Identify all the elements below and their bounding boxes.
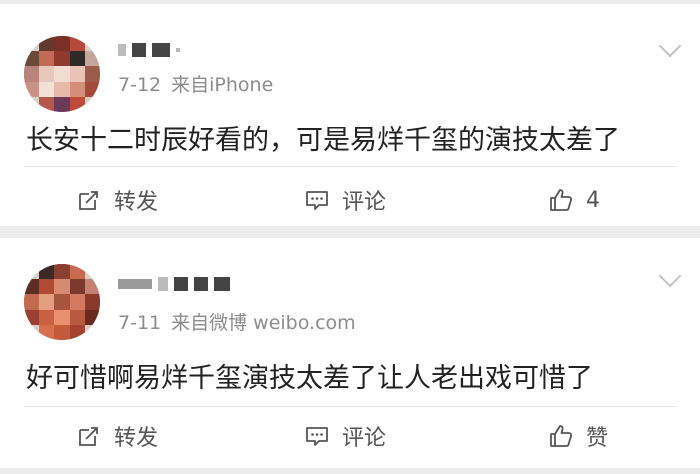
comment-icon <box>306 427 328 446</box>
comment-meta: 7-12 来自iPhone <box>118 70 283 97</box>
repost-icon <box>79 191 98 210</box>
repost-button[interactable]: 转发 <box>76 416 158 456</box>
like-icon <box>550 189 573 211</box>
chevron-down-icon[interactable] <box>658 264 682 288</box>
comment-time: 7-12 <box>118 74 162 96</box>
username-redacted[interactable] <box>118 274 230 294</box>
like-label: 赞 <box>586 426 609 451</box>
comment-card: 7-12 来自iPhone 长安十二时辰好看的，可是易烊千玺的演技太差了 转发 评… <box>0 4 700 226</box>
comment-label: 评论 <box>342 190 387 215</box>
comment-card: 7-11 来自微博 weibo.com 好可惜啊易烊千玺演技太差了让人老出戏可惜了… <box>0 238 700 468</box>
repost-label: 转发 <box>114 190 159 215</box>
avatar[interactable] <box>24 264 100 340</box>
comment-text: 好可惜啊易烊千玺演技太差了让人老出戏可惜了 <box>26 363 593 394</box>
comment-button[interactable]: 评论 <box>304 416 386 456</box>
comment-source: 来自iPhone <box>171 74 274 96</box>
like-button[interactable]: 赞 <box>548 416 608 456</box>
action-bar: 转发 评论 4 <box>0 180 700 220</box>
comment-source: 来自微博 weibo.com <box>171 312 356 334</box>
repost-button[interactable]: 转发 <box>76 180 158 220</box>
comment-label: 评论 <box>342 426 387 451</box>
comment-text: 长安十二时辰好看的，可是易烊千玺的演技太差了 <box>26 125 620 156</box>
username-redacted[interactable] <box>118 40 180 60</box>
avatar[interactable] <box>24 36 100 112</box>
comment-time: 7-11 <box>118 312 162 334</box>
action-bar: 转发 评论 赞 <box>0 416 700 456</box>
like-icon <box>550 425 573 447</box>
chevron-down-icon[interactable] <box>658 34 682 58</box>
comment-icon <box>306 191 328 210</box>
like-button[interactable]: 4 <box>548 180 600 220</box>
comment-button[interactable]: 评论 <box>304 180 386 220</box>
repost-label: 转发 <box>114 426 159 451</box>
like-count: 4 <box>586 187 600 213</box>
comment-meta: 7-11 来自微博 weibo.com <box>118 308 366 335</box>
divider <box>24 166 676 167</box>
repost-icon <box>79 427 98 446</box>
divider <box>24 406 676 407</box>
